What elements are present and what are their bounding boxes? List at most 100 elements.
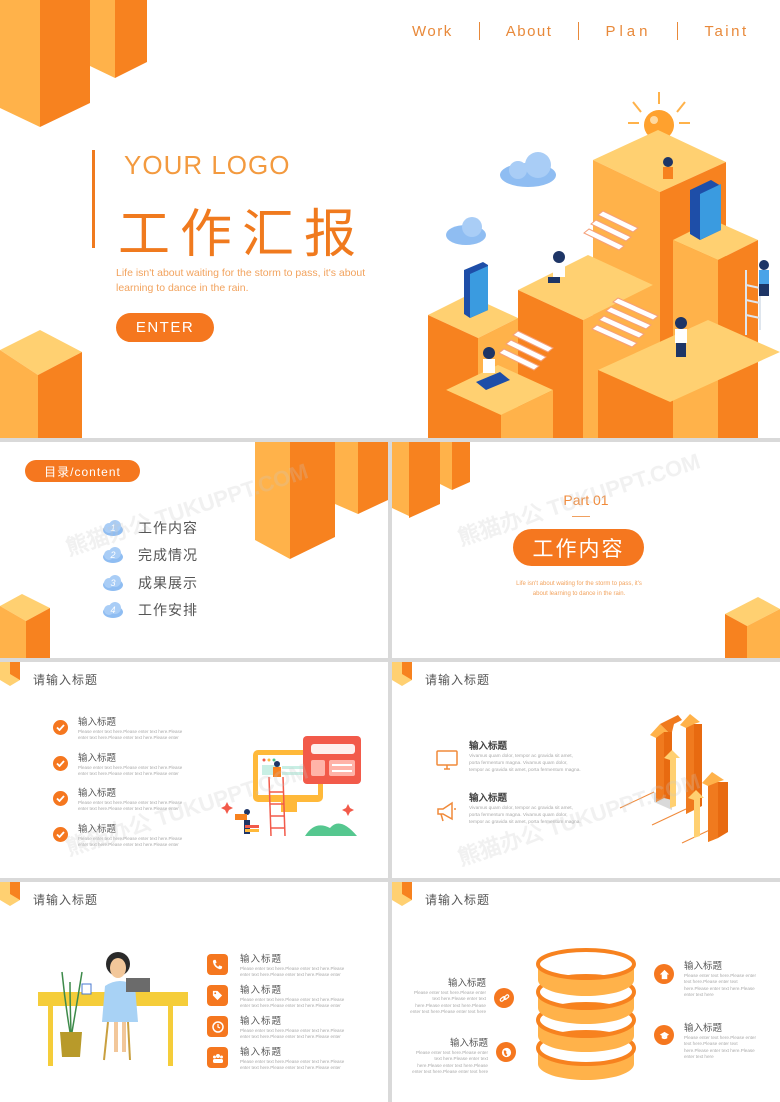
team-icon <box>207 1047 228 1068</box>
clock-icon <box>207 1016 228 1037</box>
list-item: 输入标题 Please enter text here.Please enter … <box>53 824 190 860</box>
check-icon <box>53 720 68 735</box>
nav-plan[interactable]: Plan <box>605 23 651 40</box>
item-heading: 输入标题 <box>78 752 117 764</box>
section-corner-icon <box>0 662 20 686</box>
part-title-pill: 工作内容 <box>513 529 644 566</box>
decor-blocks-top-left <box>392 442 470 518</box>
toc-label: 完成情况 <box>138 547 198 564</box>
nav-about[interactable]: About <box>506 23 553 40</box>
home-icon <box>654 964 674 984</box>
toc-number: 2 <box>110 550 116 561</box>
web-design-illustration <box>221 736 361 837</box>
nav-divider <box>677 22 679 40</box>
item-heading: 输入标题 <box>240 1047 283 1058</box>
toc-list: 1 工作内容 2 完成情况 3 成果展示 4 工作安排 <box>102 514 198 624</box>
check-list: 输入标题 Please enter text here.Please enter … <box>53 717 190 859</box>
item-heading: 输入标题 <box>469 741 508 752</box>
top-nav: Work About Plan Taint <box>412 22 749 40</box>
item-body: Vivamus quam dolor, tempor ac gravida si… <box>469 754 581 773</box>
cloud-icon <box>446 152 556 245</box>
section-corner-icon <box>0 882 20 906</box>
nav-taint[interactable]: Taint <box>704 23 748 40</box>
item-body: Please enter text here.Please enter text… <box>684 1035 757 1059</box>
feature-list: 输入标题 Please enter text here.Please enter … <box>207 954 352 1078</box>
check-icon <box>53 755 68 771</box>
item-heading: 输入标题 <box>447 978 486 989</box>
item-heading: 输入标题 <box>684 961 723 972</box>
toc-item[interactable]: 3 成果展示 <box>102 569 198 597</box>
rings-slide: 请输入标题 输入标题 Please enter text here.Please… <box>392 882 780 1102</box>
item-heading: 输入标题 <box>449 1038 488 1049</box>
title-accent-bar <box>92 150 95 248</box>
checklist-slide: 请输入标题 输入标题 Please enter text here.Please … <box>0 662 388 878</box>
growth-arrows-slide: 请输入标题 输入标题 Vivamus quam dolor, tempor ac … <box>392 662 780 878</box>
item-heading: 输入标题 <box>78 788 117 799</box>
item-body: Please enter text here.Please enter text… <box>240 966 345 977</box>
list-item: 输入标题 Please enter text here.Please enter … <box>53 788 190 824</box>
slide-title: 请输入标题 <box>33 673 99 687</box>
list-item: 输入标题 Please enter text here.Please enter … <box>53 717 190 753</box>
phone-icon <box>207 954 228 975</box>
item-heading: 输入标题 <box>240 954 283 965</box>
item-body: Please enter text here.Please enter text… <box>240 1059 345 1070</box>
toc-number: 4 <box>110 605 116 616</box>
globe-icon <box>496 1042 516 1062</box>
toc-pill: 目录/content <box>25 460 140 482</box>
nav-divider <box>578 22 580 40</box>
cloud-number-icon: 1 <box>102 519 124 536</box>
item-body: Please enter text here.Please enter text… <box>78 764 183 776</box>
item-body: Please enter text here.Please enter text… <box>78 729 183 740</box>
item-body: Vivamus quam dolor, tempor ac gravida si… <box>469 806 581 825</box>
toc-label: 工作安排 <box>138 602 198 619</box>
toc-item[interactable]: 4 工作安排 <box>102 597 198 625</box>
part-label: Part 01 <box>563 492 609 508</box>
toc-label: 成果展示 <box>138 574 198 591</box>
feature-list: 输入标题 Vivamus quam dolor, tempor ac gravid… <box>435 740 581 844</box>
decor-cube-bottom-left <box>0 594 50 658</box>
tag-icon <box>207 985 228 1006</box>
cloud-number-icon: 2 <box>102 547 124 564</box>
item-body: Please enter text here.Please enter text… <box>78 835 183 847</box>
check-icon <box>53 826 68 842</box>
item-body: Please enter text here.Please enter text… <box>412 1050 488 1074</box>
cover-title: 工作汇报 <box>118 205 367 265</box>
graduation-cap-icon <box>654 1025 674 1045</box>
toc-item[interactable]: 2 完成情况 <box>102 542 198 570</box>
decor-blocks-top-left <box>0 0 147 127</box>
item-body: Please enter text here.Please enter text… <box>78 800 183 811</box>
link-icon <box>494 988 514 1008</box>
list-item: 输入标题 Please enter text here.Please enter … <box>207 1047 352 1078</box>
toc-label: 工作内容 <box>138 519 198 536</box>
section-corner-icon <box>392 662 412 686</box>
item-body: Please enter text here.Please enter text… <box>240 1028 345 1039</box>
toc-number: 1 <box>110 522 116 533</box>
toc-number: 3 <box>110 577 116 588</box>
enter-button[interactable]: ENTER <box>116 313 214 342</box>
rising-arrows-illustration <box>619 714 728 844</box>
list-item: 输入标题 Please enter text here.Please enter… <box>410 1037 488 1075</box>
item-body: Please enter text here.Please enter text… <box>684 973 757 997</box>
list-item: 输入标题 Please enter text here.Please enter … <box>207 1016 352 1047</box>
cloud-number-icon: 3 <box>102 574 124 591</box>
cover-quote: Life isn't about waiting for the storm t… <box>116 267 366 294</box>
part-underline <box>572 516 590 517</box>
cloud-number-icon: 4 <box>102 602 124 619</box>
list-item: 输入标题 Please enter text here.Please enter … <box>207 954 352 985</box>
isometric-stairs-illustration <box>428 92 780 438</box>
list-item: 输入标题 Please enter text here.Please enter… <box>684 1022 759 1060</box>
logo-text: YOUR LOGO <box>124 150 291 180</box>
slide-title: 请输入标题 <box>425 893 491 907</box>
nav-divider <box>478 22 480 40</box>
decor-cube-bottom-left <box>0 330 82 438</box>
item-body: Please enter text here.Please enter text… <box>240 997 345 1008</box>
item-heading: 输入标题 <box>78 823 117 835</box>
item-body: Please enter text here.Please enter text… <box>410 990 486 1014</box>
slide-title: 请输入标题 <box>33 893 99 907</box>
section-corner-icon <box>392 882 412 906</box>
nav-work[interactable]: Work <box>412 23 453 40</box>
woman-at-desk-illustration <box>38 952 188 1066</box>
check-icon <box>53 791 68 806</box>
toc-item[interactable]: 1 工作内容 <box>102 514 198 542</box>
desk-slide: 请输入标题 输入标题 Please enter text here.Please … <box>0 882 388 1102</box>
